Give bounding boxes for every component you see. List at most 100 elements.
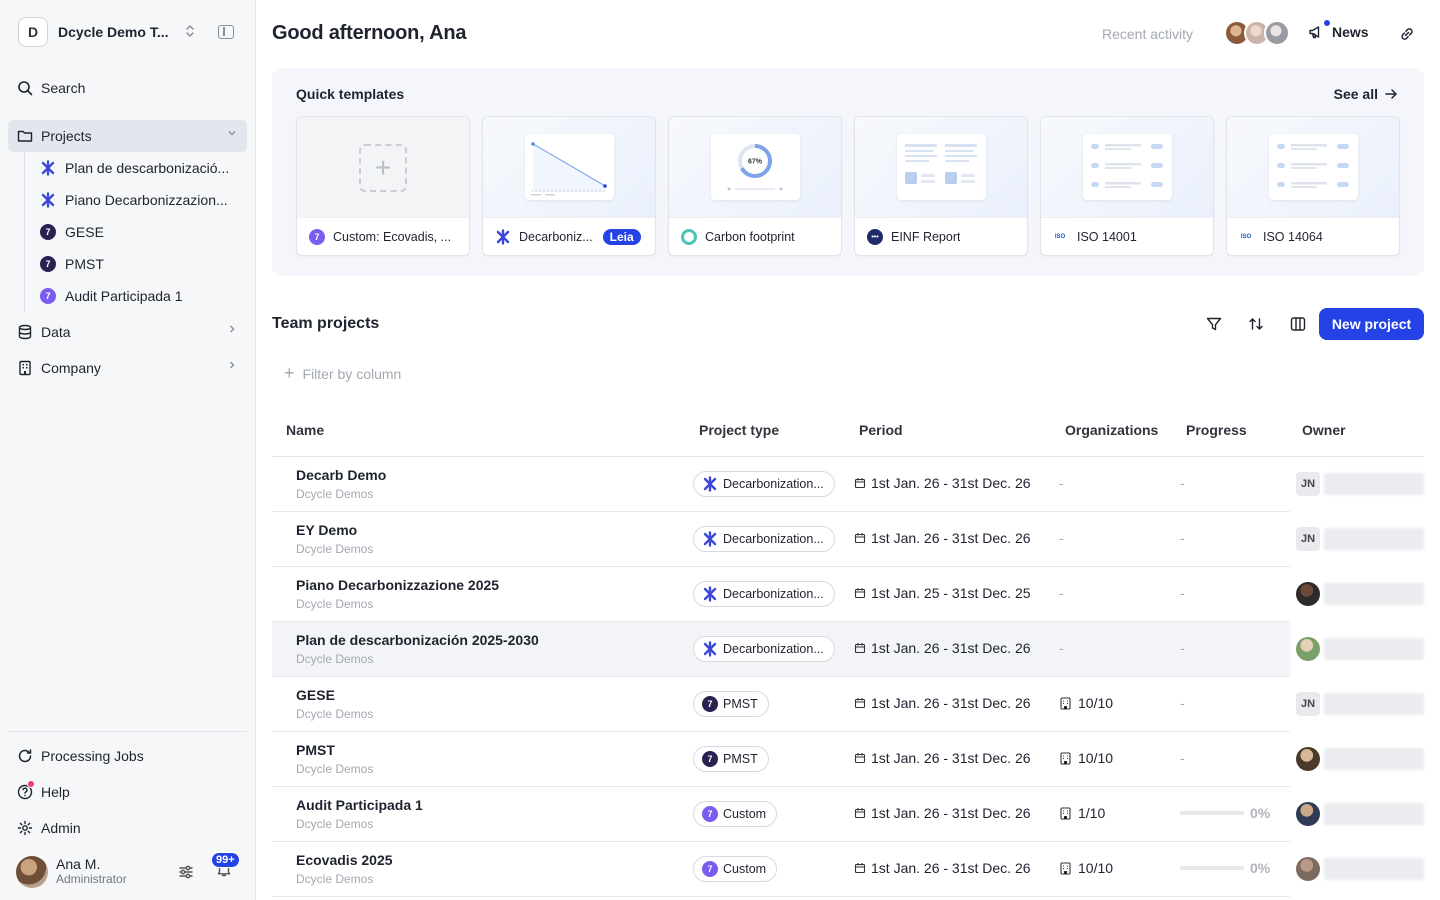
filter-by-column[interactable]: + Filter by column [284, 363, 401, 384]
table-row[interactable]: EY Demo Dcycle Demos Decarbonization... … [272, 512, 1424, 567]
columns-icon[interactable] [1288, 314, 1308, 334]
link-icon[interactable] [1398, 25, 1416, 46]
column-header-period[interactable]: Period [859, 422, 903, 438]
owner-cell: JN [1288, 457, 1424, 512]
database-icon [17, 324, 33, 340]
project-type-pill: Decarbonization... [693, 526, 835, 552]
nav-admin[interactable]: Admin [8, 812, 247, 844]
nav-help[interactable]: Help [8, 776, 247, 808]
nav-projects-label: Projects [41, 128, 92, 144]
project-label: GESE [65, 224, 104, 240]
progress-bar [1180, 811, 1244, 815]
table-row[interactable]: Plan de descarbonización 2025-2030 Dcycl… [272, 622, 1424, 677]
column-header-type[interactable]: Project type [699, 422, 779, 438]
custom-logo-icon: 7 [40, 288, 56, 304]
nav-company[interactable]: Company [8, 352, 247, 384]
gear-icon [17, 820, 33, 836]
column-header-owner[interactable]: Owner [1302, 422, 1346, 438]
table-row[interactable]: GESE Dcycle Demos 7 PMST 1st Jan. 26 - 3… [272, 677, 1424, 732]
avatar [1296, 802, 1320, 826]
news-button[interactable]: News [1308, 19, 1369, 40]
project-name[interactable]: Piano Decarbonizzazione 2025 [296, 577, 499, 593]
period-label: 1st Jan. 26 - 31st Dec. 26 [871, 530, 1031, 546]
column-header-organizations[interactable]: Organizations [1065, 422, 1158, 438]
pmst-logo-icon: 7 [702, 696, 718, 712]
project-type-label: PMST [723, 697, 758, 711]
period-label: 1st Jan. 26 - 31st Dec. 26 [871, 860, 1031, 876]
template-card-carbon-footprint[interactable]: 67% Carbon footprint [668, 116, 842, 256]
empty-value: - [1059, 640, 1064, 656]
nav-projects[interactable]: Projects [8, 120, 247, 152]
template-card-decarbonization[interactable]: Decarboniz... Leia [482, 116, 656, 256]
decarb-star-icon [703, 531, 717, 547]
news-label: News [1332, 24, 1369, 40]
table-row[interactable]: PMST Dcycle Demos 7 PMST 1st Jan. 26 - 3… [272, 732, 1424, 787]
checklist-preview [1091, 144, 1163, 188]
collapse-sidebar-icon[interactable] [218, 25, 234, 39]
project-name[interactable]: Plan de descarbonización 2025-2030 [296, 632, 539, 648]
project-name[interactable]: EY Demo [296, 522, 373, 538]
nav-help-label: Help [41, 784, 70, 800]
table-row[interactable]: Ecovadis 2025 Dcycle Demos 7 Custom 1st … [272, 842, 1424, 897]
sort-icon[interactable] [1246, 314, 1266, 334]
project-name[interactable]: PMST [296, 742, 373, 758]
see-all-link[interactable]: See all [1334, 86, 1398, 102]
user-name: Ana M. [56, 856, 101, 872]
project-name[interactable]: GESE [296, 687, 373, 703]
table-row[interactable]: Audit Participada 1 Dcycle Demos 7 Custo… [272, 787, 1424, 842]
filter-icon[interactable] [1204, 314, 1224, 334]
project-name[interactable]: Decarb Demo [296, 467, 386, 483]
help-alert-dot [27, 780, 35, 788]
owner-name-redacted [1324, 583, 1424, 605]
team-projects-title: Team projects [272, 315, 380, 332]
sidebar-item-project[interactable]: 7 GESE [25, 216, 246, 248]
template-card-einf[interactable]: ••• EINF Report [854, 116, 1028, 256]
project-type-label: Decarbonization... [723, 642, 824, 656]
progress-cell: 0% [1180, 860, 1270, 876]
organizations-cell: - [1059, 640, 1064, 656]
project-type-label: Decarbonization... [723, 587, 824, 601]
calendar-icon [854, 808, 866, 819]
sidebar: D Dcycle Demo T... Search Projects Plan … [0, 0, 256, 900]
nav-data[interactable]: Data [8, 316, 247, 348]
sidebar-item-project[interactable]: 7 PMST [25, 248, 246, 280]
sidebar-item-project[interactable]: Plan de descarbonizació... [25, 152, 246, 184]
template-card-iso-14001[interactable]: ISO ISO 14001 [1040, 116, 1214, 256]
owner-cell: JN [1288, 512, 1424, 567]
progress-cell: - [1180, 475, 1185, 491]
project-cell: Audit Participada 1 Dcycle Demos [296, 797, 423, 831]
nav-processing-jobs[interactable]: Processing Jobs [8, 740, 247, 772]
new-project-button[interactable]: New project [1319, 308, 1424, 340]
calendar-icon [854, 863, 866, 874]
owner-cell [1288, 842, 1424, 897]
workspace-switcher[interactable]: D Dcycle Demo T... [18, 16, 246, 48]
nav-data-label: Data [41, 324, 71, 340]
recent-activity-avatars[interactable] [1224, 20, 1290, 46]
period-label: 1st Jan. 25 - 31st Dec. 25 [871, 585, 1031, 601]
project-type-label: Custom [723, 807, 767, 821]
project-name[interactable]: Audit Participada 1 [296, 797, 423, 813]
template-card-iso-14064[interactable]: ISO ISO 14064 [1226, 116, 1400, 256]
sidebar-item-project[interactable]: Piano Decarbonizzazion... [25, 184, 246, 216]
recent-activity-link[interactable]: Recent activity [1102, 26, 1193, 42]
sliders-icon[interactable] [178, 864, 194, 883]
project-name[interactable]: Ecovadis 2025 [296, 852, 393, 868]
template-card-custom[interactable]: + 7 Custom: Ecovadis, ... [296, 116, 470, 256]
column-header-name[interactable]: Name [286, 422, 324, 438]
project-type-pill: 7 Custom [693, 856, 778, 882]
help-icon [17, 780, 35, 800]
sidebar-item-project[interactable]: 7 Audit Participada 1 [25, 280, 246, 312]
project-cell: Plan de descarbonización 2025-2030 Dcycl… [296, 632, 539, 666]
table-row[interactable]: Piano Decarbonizzazione 2025 Dcycle Demo… [272, 567, 1424, 622]
column-header-progress[interactable]: Progress [1186, 422, 1247, 438]
nav-search[interactable]: Search [8, 72, 247, 104]
projects-submenu: Plan de descarbonizació... Piano Decarbo… [24, 152, 246, 312]
user-profile[interactable]: Ana M. Administrator 99+ [16, 852, 246, 888]
owner-cell [1288, 787, 1424, 842]
owner-name-redacted [1324, 693, 1424, 715]
custom-logo-icon: 7 [702, 861, 718, 877]
avatar [1296, 637, 1320, 661]
table-row[interactable]: Decarb Demo Dcycle Demos Decarbonization… [272, 457, 1424, 512]
project-org: Dcycle Demos [296, 872, 374, 886]
owner-cell [1288, 567, 1424, 622]
